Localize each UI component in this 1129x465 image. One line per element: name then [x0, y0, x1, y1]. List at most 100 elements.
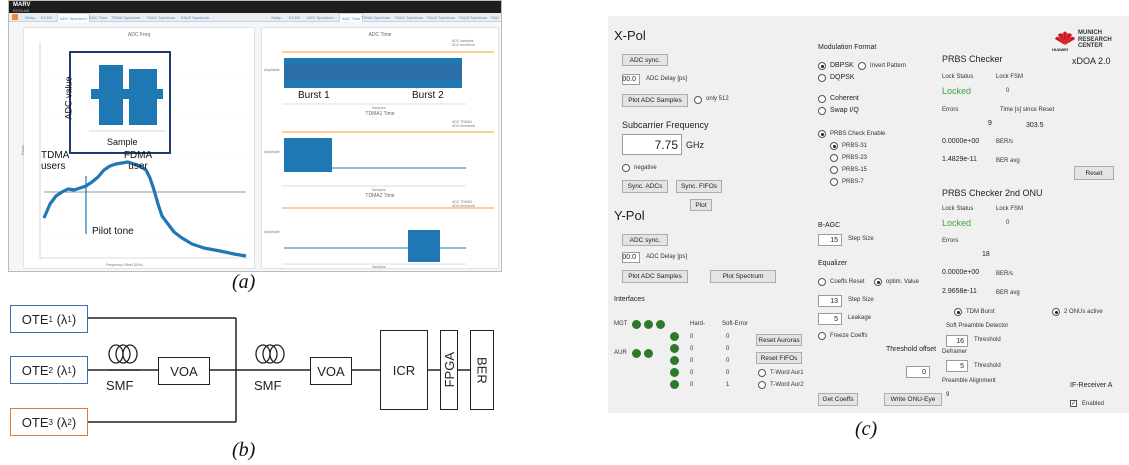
time-plots: ADC Time ADC samples ADC threshold Burst… [261, 27, 499, 269]
prbs-reset-button[interactable]: Reset [1074, 166, 1114, 180]
prbs2-errors-value: 18 [982, 251, 990, 258]
prbs-enable-radio[interactable] [818, 130, 826, 138]
lane-led-2 [670, 344, 679, 353]
ypol-adc-sync-button[interactable]: ADC sync. [622, 234, 668, 246]
ypol-plot-samples-button[interactable]: Plot ADC Samples [622, 270, 688, 283]
hard-error-5: 0 [690, 382, 694, 388]
huawei-name: HUAWEI [1052, 47, 1068, 52]
prbs31-radio[interactable] [830, 142, 838, 150]
prbs2-lock-status-label: Lock Status [942, 206, 974, 212]
app-logo-icon [12, 14, 18, 20]
plot3-trace [408, 230, 440, 262]
ote2-lambda: (λ [56, 362, 68, 378]
tab-ecas[interactable]: ECAS [41, 15, 52, 20]
if-enabled-label: Enabled [1082, 401, 1105, 407]
tab-adc-spectrum-right[interactable]: ADC Spectrum [307, 15, 334, 20]
plot2-xlabel: Samples [372, 188, 386, 192]
ber-label: BER [474, 356, 490, 384]
sync-adcs-button[interactable]: Sync. ADCs [622, 180, 668, 193]
sync-fifos-button[interactable]: Sync. FIFOs [676, 180, 722, 193]
dbpsk-radio[interactable] [818, 62, 826, 70]
prbs1-errors-label: Errors [942, 107, 959, 113]
plot2-trace [284, 138, 332, 172]
tab-tdma-spectrum[interactable]: TDMA Spectrum [111, 15, 140, 20]
plot-button[interactable]: Plot [690, 199, 712, 211]
optim-value-radio[interactable] [874, 278, 882, 286]
reset-fifos-button[interactable]: Reset FIFOs [756, 352, 802, 364]
swap-iq-radio[interactable] [818, 107, 826, 115]
tword-aur2-label: T-Word Aur2 [770, 382, 804, 388]
xpol-plot-samples-button[interactable]: Plot ADC Samples [622, 94, 688, 107]
prbs2-lock-fsm-label: Lock FSM [996, 206, 1024, 212]
tdm-burst-radio[interactable] [954, 308, 962, 316]
prbs7-radio[interactable] [830, 178, 838, 186]
coeffs-reset-label: Coeffs Reset [830, 279, 865, 285]
lane-led-3 [670, 356, 679, 365]
ypol-delay-input[interactable]: 00.0 [622, 252, 640, 263]
prbs1-errors-value: 9 [988, 120, 992, 127]
marv-app-screenshot: MARV ROSLAB Setup ECAS ADC Spectrum ADC … [8, 0, 502, 272]
prbs2-ber-avg-label: BER avg [996, 290, 1020, 296]
soft-error-label: Soft-Error [722, 321, 749, 327]
voa1-block: VOA [158, 357, 210, 385]
preamble-threshold-input[interactable]: 16 [946, 335, 968, 347]
only512-radio[interactable] [694, 96, 702, 104]
prbs1-time-label: Time [s] since Reset [1000, 107, 1055, 113]
aur-led-2 [644, 349, 653, 358]
ote3-sub: 3 [48, 417, 53, 427]
tab-setup[interactable]: Setup [25, 15, 35, 20]
tab-adc-time-right[interactable]: ADC Time [339, 13, 364, 22]
if-enabled-checkbox[interactable]: ✓ [1070, 400, 1077, 407]
prbs15-radio[interactable] [830, 166, 838, 174]
tab-adc-spectrum[interactable]: ADC Spectrum [57, 13, 90, 22]
ypol-plot-spectrum-button[interactable]: Plot Spectrum [710, 270, 776, 283]
deframer-threshold-input[interactable]: 5 [946, 360, 968, 372]
bagc-step-input[interactable]: 15 [818, 234, 842, 246]
tab-fau3-spectrum-right[interactable]: FAU3 Spectrum [459, 15, 487, 20]
get-coeffs-button[interactable]: Get Coeffs [818, 393, 858, 406]
ote2-block: OTE 2 (λ 1) [10, 356, 88, 384]
tab-tdma-spectrum-right[interactable]: TDMA Spectrum [361, 15, 390, 20]
preamble-threshold-label: Threshold [974, 337, 1001, 343]
ote1-lambda-sub: 1 [67, 314, 72, 324]
coherent-label: Coherent [830, 95, 859, 102]
negative-radio[interactable] [622, 164, 630, 172]
freeze-coeffs-radio[interactable] [818, 332, 826, 340]
coherent-radio[interactable] [818, 95, 826, 103]
invert-pattern-label: Invert Pattern [870, 63, 907, 69]
eq-step-input[interactable]: 13 [818, 295, 842, 307]
tab-fau2-spectrum[interactable]: FAU2 Spectrum [181, 15, 209, 20]
mrc-line-3: CENTER [1078, 43, 1103, 49]
soft-error-3: 0 [726, 358, 730, 364]
label-fdma-user: FDMA user [123, 150, 153, 172]
prbs23-radio[interactable] [830, 154, 838, 162]
write-onu-eye-button[interactable]: Write ONU-Eye [884, 393, 942, 406]
coeffs-reset-radio[interactable] [818, 278, 826, 286]
dqpsk-radio[interactable] [818, 74, 826, 82]
tab-fau-right[interactable]: FAU [491, 15, 499, 20]
time-plot2-title: TDMA1 Time [365, 111, 395, 117]
xpol-delay-input[interactable]: 00.0 [622, 74, 640, 85]
tab-adc-time[interactable]: ADC Time [89, 15, 107, 20]
tword-aur2-radio[interactable] [758, 381, 766, 389]
two-onus-radio[interactable] [1052, 308, 1060, 316]
tab-fau1-spectrum-right[interactable]: FAU1 Spectrum [395, 15, 423, 20]
xpol-adc-sync-button[interactable]: ADC sync. [622, 54, 668, 66]
aur-label: AUR [614, 350, 627, 356]
subcarrier-input[interactable]: 7.75 [622, 134, 682, 155]
tab-fau1-spectrum[interactable]: FAU1 Spectrum [147, 15, 175, 20]
eq-leak-input[interactable]: 5 [818, 313, 842, 325]
prbs1-title: PRBS Checker [942, 54, 1003, 64]
tab-ecas-right[interactable]: ECAS [289, 15, 300, 20]
voa2-label: VOA [317, 363, 345, 379]
tab-setup-right[interactable]: Setup [271, 15, 281, 20]
invert-pattern-radio[interactable] [858, 62, 866, 70]
tword-aur1-radio[interactable] [758, 369, 766, 377]
legend-3-b: ADC threshold [452, 204, 475, 208]
label-tdma-users: TDMA users [41, 150, 69, 172]
tab-fau2-spectrum-right[interactable]: FAU2 Spectrum [427, 15, 455, 20]
plot1-xlabel: Samples [372, 106, 386, 110]
smf-coil-1-icon [108, 344, 140, 371]
threshold-offset-input[interactable]: 0 [906, 366, 930, 378]
reset-auroras-button[interactable]: Reset Auroras [756, 334, 802, 346]
